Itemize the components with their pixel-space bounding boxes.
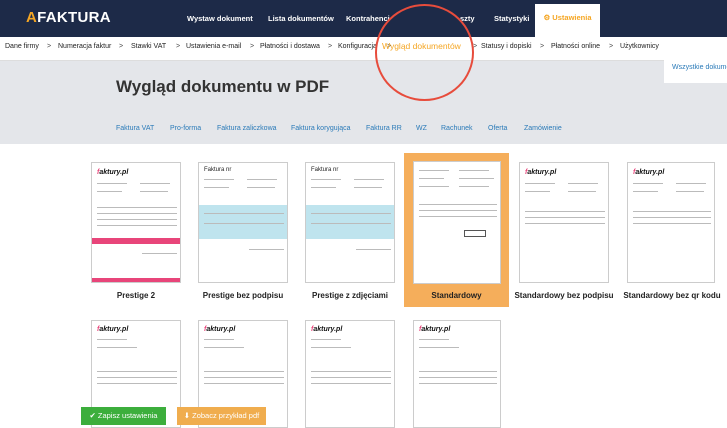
highlight-circle bbox=[375, 4, 474, 101]
chevron-right-icon: > bbox=[609, 43, 614, 50]
subnav-numeracja-faktur[interactable]: Numeracja faktur bbox=[58, 43, 111, 50]
subnav-statusy-dopiski[interactable]: Statusy i dopiski bbox=[481, 43, 532, 50]
subnav-uzytkownicy[interactable]: Użytkownicy bbox=[620, 43, 659, 50]
subnav-konfiguracja[interactable]: Konfiguracja bbox=[338, 43, 377, 50]
nav-ustawienia[interactable]: ⚙ Ustawienia bbox=[535, 4, 600, 37]
subnav-platnosci-dostawa[interactable]: Płatności i dostawa bbox=[260, 43, 320, 50]
tab-faktura-korygujaca[interactable]: Faktura korygująca bbox=[291, 125, 351, 132]
tab-faktura-rr[interactable]: Faktura RR bbox=[366, 125, 402, 132]
tab-faktura-zaliczkowa[interactable]: Faktura zaliczkowa bbox=[217, 125, 277, 132]
template-thumbnail-prestige-2[interactable]: faktury.pl bbox=[91, 162, 181, 283]
page-title: Wygląd dokumentu w PDF bbox=[116, 77, 330, 96]
template-thumbnail-standardowy[interactable] bbox=[413, 161, 501, 284]
chevron-right-icon: > bbox=[47, 43, 52, 50]
tab-zamowienie[interactable]: Zamówienie bbox=[524, 125, 562, 132]
template-thumbnail-prestige-bez-podpisu[interactable]: Faktura nr bbox=[198, 162, 288, 283]
tab-wszystkie-dokumenty[interactable]: Wszystkie dokumenty bbox=[664, 56, 727, 83]
template-label: Prestige z zdjęciami bbox=[311, 291, 389, 300]
preview-pdf-button[interactable]: ⬇ Zobacz przykład pdf bbox=[177, 407, 266, 425]
template-thumbnail[interactable]: faktury.pl bbox=[305, 320, 395, 428]
page-header: Wygląd dokumentu w PDF Faktura VAT Pro-f… bbox=[0, 61, 727, 144]
template-label: Prestige 2 bbox=[116, 291, 156, 300]
chevron-right-icon: > bbox=[119, 43, 124, 50]
subnav-stawki-vat[interactable]: Stawki VAT bbox=[131, 43, 166, 50]
app-logo[interactable]: AFAKTURA bbox=[26, 9, 111, 26]
template-label: Standardowy bez qr kodu bbox=[623, 291, 721, 300]
chevron-right-icon: > bbox=[176, 43, 181, 50]
template-thumbnail-prestige-z-zdjeciami[interactable]: Faktura nr bbox=[305, 162, 395, 283]
chevron-right-icon: > bbox=[540, 43, 545, 50]
template-thumbnail-standardowy-bez-qr[interactable]: faktury.pl bbox=[627, 162, 715, 283]
tab-pro-forma[interactable]: Pro-forma bbox=[170, 125, 201, 132]
settings-subnav: Dane firmy > Numeracja faktur > Stawki V… bbox=[0, 37, 727, 61]
subnav-dane-firmy[interactable]: Dane firmy bbox=[5, 43, 39, 50]
nav-statystyki[interactable]: Statystyki bbox=[494, 0, 529, 37]
chevron-right-icon: > bbox=[328, 43, 333, 50]
tab-faktura-vat[interactable]: Faktura VAT bbox=[116, 125, 154, 132]
document-type-tabs: Faktura VAT Pro-forma Faktura zaliczkowa… bbox=[0, 115, 727, 144]
template-thumbnail[interactable]: faktury.pl bbox=[413, 320, 501, 428]
subnav-ustawienia-email[interactable]: Ustawienia e-mail bbox=[186, 43, 241, 50]
nav-lista-dokumentow[interactable]: Lista dokumentów bbox=[268, 0, 334, 37]
save-settings-button[interactable]: ✔ Zapisz ustawienia bbox=[81, 407, 166, 425]
nav-wystaw-dokument[interactable]: Wystaw dokument bbox=[187, 0, 253, 37]
top-navbar: AFAKTURA Wystaw dokument Lista dokumentó… bbox=[0, 0, 727, 37]
subnav-platnosci-online[interactable]: Płatności online bbox=[551, 43, 600, 50]
template-label: Prestige bez podpisu bbox=[202, 291, 284, 300]
template-label: Standardowy bbox=[431, 291, 482, 300]
tab-rachunek[interactable]: Rachunek bbox=[441, 125, 473, 132]
tab-wz[interactable]: WZ bbox=[416, 125, 427, 132]
template-label: Standardowy bez podpisu bbox=[514, 291, 614, 300]
tab-oferta[interactable]: Oferta bbox=[488, 125, 507, 132]
template-thumbnail-standardowy-bez-podpisu[interactable]: faktury.pl bbox=[519, 162, 609, 283]
chevron-right-icon: > bbox=[250, 43, 255, 50]
